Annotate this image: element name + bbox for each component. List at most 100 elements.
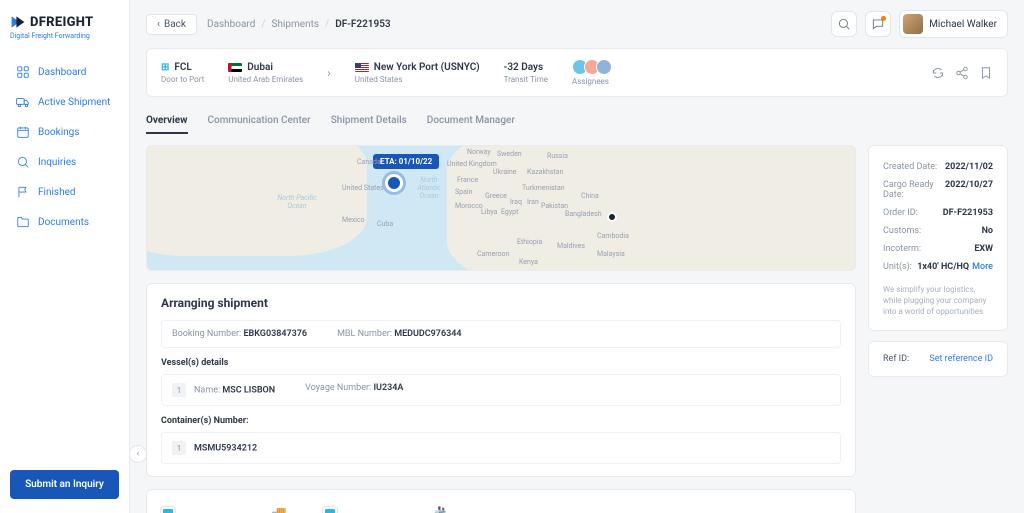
flag-ae-icon: [228, 63, 242, 72]
folder-icon: [16, 215, 30, 229]
info-key: Order ID:: [883, 208, 918, 218]
map-label: China: [581, 192, 599, 200]
user-menu[interactable]: Michael Walker: [899, 10, 1008, 38]
sidebar-item-label: Documents: [38, 217, 89, 228]
crumb-dashboard[interactable]: Dashboard: [207, 19, 255, 30]
share-icon[interactable]: [955, 66, 969, 80]
mode-sub: Door to Port: [161, 75, 204, 84]
logo[interactable]: DFREIGHT: [10, 14, 119, 30]
vname-key: Name:: [194, 386, 220, 396]
sidebar-item-label: Finished: [38, 187, 76, 198]
sidebar-item-label: Dashboard: [38, 67, 86, 78]
logo-text: DFREIGHT: [30, 15, 93, 30]
origin-pin-icon: [607, 212, 617, 222]
crumb-shipments[interactable]: Shipments: [272, 19, 320, 30]
tab-documents[interactable]: Document Manager: [427, 109, 515, 134]
map-label: United Kingdom: [447, 160, 497, 168]
arranging-card: Arranging shipment Booking Number: EBKG0…: [146, 283, 856, 477]
search-button[interactable]: [831, 11, 857, 37]
chevron-left-icon: ‹: [157, 19, 160, 30]
map-label: North Pacific Ocean: [277, 194, 317, 210]
origin: Dubai: [247, 62, 273, 73]
sidebar-item-dashboard[interactable]: Dashboard: [10, 58, 119, 86]
grid-icon: [16, 65, 30, 79]
assignees[interactable]: [572, 59, 612, 75]
index-badge: 1: [172, 383, 186, 397]
sidebar-item-active[interactable]: Active Shipment: [10, 88, 119, 116]
map-label: Malaysia: [597, 250, 625, 258]
transit-sub: Transit Time: [504, 75, 548, 84]
info-val: 2022/11/02: [945, 162, 993, 172]
chevron-right-icon: ›: [327, 66, 331, 80]
info-key: Created Date:: [883, 162, 937, 172]
tab-overview[interactable]: Overview: [146, 109, 188, 134]
more-link[interactable]: More: [972, 262, 993, 272]
set-ref-link[interactable]: Set reference ID: [929, 354, 993, 364]
map-label: Russia: [547, 152, 568, 160]
mbl-val: MEDUDC976344: [394, 329, 461, 339]
map-label: Canada: [357, 158, 381, 166]
back-button[interactable]: ‹ Back: [146, 14, 197, 35]
tabs: Overview Communication Center Shipment D…: [146, 109, 1008, 135]
sidebar: DFREIGHT Digital Freight Forwarding Dash…: [0, 0, 130, 513]
map-label: Bangladesh: [565, 210, 602, 218]
sidebar-item-label: Bookings: [38, 127, 79, 138]
submit-inquiry-button[interactable]: Submit an Inquiry: [10, 470, 119, 499]
back-label: Back: [164, 19, 186, 30]
notification-dot: [881, 16, 886, 21]
sidebar-item-bookings[interactable]: Bookings: [10, 118, 119, 146]
booking-key: Booking Number:: [172, 329, 241, 339]
sidebar-item-label: Active Shipment: [38, 97, 110, 108]
map-label: Egypt: [501, 208, 518, 216]
index-badge: 1: [172, 441, 186, 455]
origin-sub: United Arab Emirates: [228, 75, 303, 84]
assignees-label: Assignees: [572, 77, 612, 86]
bookmark-icon[interactable]: [979, 66, 993, 80]
info-val: 1x40' HC/HQ: [917, 262, 969, 272]
info-val: EXW: [974, 244, 993, 254]
sidebar-item-inquiries[interactable]: Inquiries: [10, 148, 119, 176]
tab-communication[interactable]: Communication Center: [208, 109, 311, 134]
search-icon: [837, 17, 851, 31]
tagline: Digital Freight Forwarding: [10, 32, 119, 40]
ref-key: Ref ID:: [883, 354, 909, 364]
info-key: Customs:: [883, 226, 921, 236]
route-map[interactable]: ETA: 01/10/22 Canada United States Mexic…: [146, 145, 856, 271]
map-label: Ethiopia: [517, 238, 542, 246]
tab-details[interactable]: Shipment Details: [331, 109, 407, 134]
map-label: Iraq: [510, 198, 522, 206]
flag-icon: [16, 185, 30, 199]
transit: -32 Days: [504, 62, 548, 73]
truck-icon: [16, 95, 30, 109]
search-icon: [16, 155, 30, 169]
crumb-current: DF-F221953: [335, 19, 390, 30]
ref-card: Ref ID: Set reference ID: [868, 341, 1008, 377]
eta-badge: ETA: 01/10/22: [373, 154, 439, 169]
vessel-heading: Vessel(s) details: [161, 358, 841, 368]
destination-pin-icon: [385, 174, 403, 192]
ship-icon: 🚢: [431, 506, 448, 513]
sidebar-item-finished[interactable]: Finished: [10, 178, 119, 206]
destination: New York Port (USNYC): [374, 62, 480, 73]
map-label: Ukraine: [493, 168, 516, 176]
chat-button[interactable]: [865, 11, 891, 37]
promo-text: We simplify your logistics, while pluggi…: [883, 284, 993, 318]
map-label: Norway: [467, 148, 491, 156]
map-label: Libya: [481, 208, 497, 216]
map-label: Pakistan: [541, 202, 568, 210]
map-label: Turkmenistan: [522, 184, 565, 192]
booking-val: EBKG03847376: [243, 329, 307, 339]
sidebar-item-documents[interactable]: Documents: [10, 208, 119, 236]
topbar: ‹Back Dashboard/ Shipments/ DF-F221953 M…: [130, 0, 1024, 48]
timeline-card: 🚚 🚢 Dubai2022-11-05 (Delivered) Ajman Po…: [146, 489, 856, 513]
nav: Dashboard Active Shipment Bookings Inqui…: [10, 58, 119, 236]
refresh-icon[interactable]: [931, 66, 945, 80]
map-label: North Atlantic Ocean: [409, 176, 449, 200]
container-icon: ⊞: [161, 62, 169, 73]
user-name: Michael Walker: [929, 19, 997, 30]
truck-icon: 🚚: [269, 506, 286, 513]
sidebar-item-label: Inquiries: [38, 157, 76, 168]
content: ⊞FCLDoor to Port DubaiUnited Arab Emirat…: [130, 48, 1024, 513]
info-val: No: [982, 226, 993, 236]
map-label: Kazakhstan: [527, 168, 563, 176]
